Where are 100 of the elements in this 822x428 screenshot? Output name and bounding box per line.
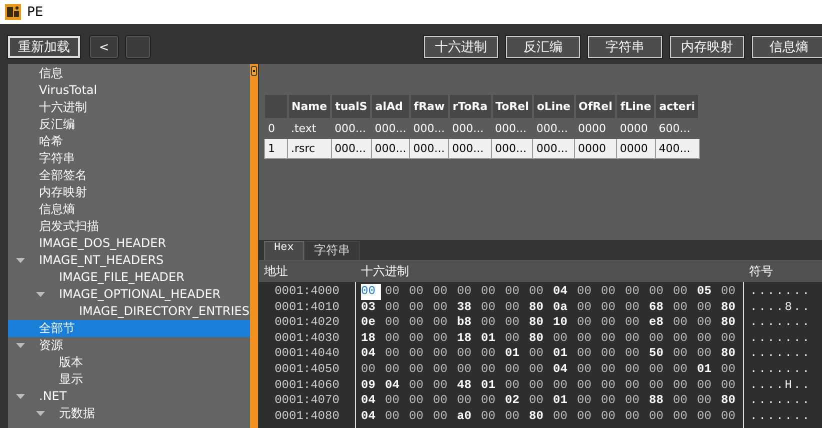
scrollbar-thumb[interactable] [251,66,257,76]
table-cell: .rsrc [288,138,332,158]
address-cell: 0001:4020 [274,315,340,331]
ascii-cell-text: ....... [750,362,812,378]
hex-bytes[interactable]: 00 00 00 00 00 00 00 00 04 00 00 00 00 00 05 00 [361,284,743,300]
address-cell: 0001:4060 [274,378,340,394]
table-row[interactable]: 1 .rsrc 000... 000... 000... 000... 000... 000... 0000 0000 400... [264,138,700,158]
tree-item[interactable]: 启发式扫描 [39,218,105,235]
ascii-cell-text: ....... [750,346,812,362]
tree-item[interactable]: 资源 [39,337,69,354]
table-cell-text: 600... [658,121,692,137]
address-cell: 0001:4040 [274,346,340,362]
column-header[interactable]: OfRel [574,95,616,118]
view-button[interactable]: 信息熵 [752,36,822,58]
view-button[interactable]: 反汇编 [506,36,580,58]
collapse-arrow-icon[interactable] [36,292,45,297]
column-header[interactable]: oLine [532,95,574,118]
table-cell: 000... [532,138,574,158]
table-row[interactable]: 0 .text 000... 000... 000... 000... 000... 000... 0000 0000 600... [264,118,700,138]
hex-bytes[interactable]: 04 00 00 00 00 00 01 00 01 00 00 00 50 00 00 80 [361,346,743,362]
table-cell-text: 000... [451,121,485,137]
table-cell: 0000 [574,138,616,158]
ascii-cell-text: ....8.. [750,300,812,316]
app-logo-icon [5,4,21,20]
tree-item[interactable]: 内存映射 [39,184,93,201]
ascii-cell-text: ....... [750,284,812,300]
tree-item[interactable]: 字符串 [39,150,81,167]
table-cell: 400... [655,138,700,158]
table-cell: 1 [264,138,288,158]
tree-item[interactable]: 哈希 [39,133,69,150]
tree-item[interactable]: IMAGE_DOS_HEADER [39,235,172,252]
tree-item[interactable]: IMAGE_NT_HEADERS [39,252,170,269]
address-cell: 0001:4050 [274,362,340,378]
tree-item[interactable]: IMAGE_FILE_HEADER [59,269,190,286]
hex-bytes[interactable]: 00 00 00 00 00 00 00 00 04 00 00 00 00 00 01 00 [361,362,743,378]
collapse-arrow-icon[interactable] [16,343,25,348]
column-header[interactable]: alAd [371,95,410,118]
ascii-cell-text: ....H.. [750,378,812,394]
tree-item[interactable]: 十六进制 [39,99,93,116]
address-cell: 0001:4000 [274,284,340,300]
tree-item[interactable]: IMAGE_OPTIONAL_HEADER [59,286,227,303]
tree-item[interactable]: 显示 [59,371,89,388]
table-cell: 000... [410,138,449,158]
tree-item[interactable]: 元数据 [59,405,101,422]
collapse-arrow-icon[interactable] [36,411,45,416]
table-cell: 0000 [616,138,656,158]
tree-item[interactable]: VirusTotal [39,82,104,99]
hex-bytes[interactable]: 04 00 00 00 a0 00 00 80 00 00 00 00 00 00 00 00 [361,408,743,424]
column-header[interactable]: tualS [331,95,372,118]
column-header[interactable]: ToRel [492,95,533,118]
view-button[interactable]: 十六进制 [424,36,498,58]
tree-item[interactable]: 版本 [59,354,89,371]
column-header[interactable]: acteri [655,95,700,118]
collapse-arrow-icon[interactable] [16,394,25,399]
collapse-arrow-icon[interactable] [16,258,25,263]
table-cell-text: .text [290,121,318,137]
table-cell: 000... [331,138,372,158]
ascii-cell-text: ....... [750,393,812,409]
hex-bytes[interactable]: 03 00 00 00 38 00 00 80 0a 00 00 00 68 00 00 80 [361,300,743,316]
table-cell: 000... [448,138,492,158]
table-cell-text: 000... [374,121,408,137]
table-cell-text: 000... [535,121,569,137]
address-cell: 0001:4070 [274,393,340,409]
table-cell-text: 000... [494,121,528,137]
reload-button[interactable]: 重新加载 [8,36,80,58]
table-cell: 000... [492,138,533,158]
ascii-cell-text: ....... [750,315,812,331]
ascii-cell-text: ....... [750,330,812,346]
table-cell-text: 000... [412,121,446,137]
toolbar-button[interactable] [126,36,150,58]
column-header: 符号 [748,263,774,280]
hex-bytes[interactable]: 04 00 00 00 00 00 02 00 01 00 00 00 88 00 00 80 [361,393,743,409]
column-header: 十六进制 [360,263,410,280]
view-button[interactable]: 字符串 [588,36,662,58]
column-header[interactable]: fRaw [410,95,449,118]
column-header[interactable]: fLine [616,95,656,118]
hex-bytes[interactable]: 09 04 00 00 48 01 00 00 00 00 00 00 00 00 00 00 [361,378,743,394]
hex-bytes[interactable]: 0e 00 00 00 b8 00 00 80 10 00 00 00 e8 00 00 80 [361,315,743,331]
back-button[interactable]: < [90,36,118,58]
address-cell: 0001:4080 [274,408,340,424]
view-button[interactable]: 内存映射 [670,36,744,58]
tree-item[interactable]: 信息 [39,65,69,82]
tree-item[interactable]: 信息熵 [39,201,81,218]
tree-item[interactable]: 全部签名 [39,167,93,184]
hex-bytes[interactable]: 18 00 00 00 18 01 00 80 00 00 00 00 00 00 00 00 [361,330,743,346]
table-cell-text: 000... [334,121,368,137]
table-cell-text: 0000 [618,121,649,137]
tree-item[interactable]: 全部节 [39,320,81,337]
ascii-cell-text: ....... [750,408,812,424]
tree-item[interactable]: IMAGE_DIRECTORY_ENTRIES [79,303,250,320]
column-header: 地址 [263,263,289,280]
column-header[interactable]: rToRa [448,95,492,118]
tree-item[interactable]: .NET [39,388,73,405]
column-header[interactable]: Name [288,95,332,118]
address-cell: 0001:4030 [274,330,340,346]
address-cell: 0001:4010 [274,300,340,316]
window-title: PE [27,4,44,20]
tree-item[interactable]: 反汇编 [39,116,81,133]
view-tab[interactable]: Hex [264,241,304,260]
view-tab[interactable]: 字符串 [304,241,360,260]
